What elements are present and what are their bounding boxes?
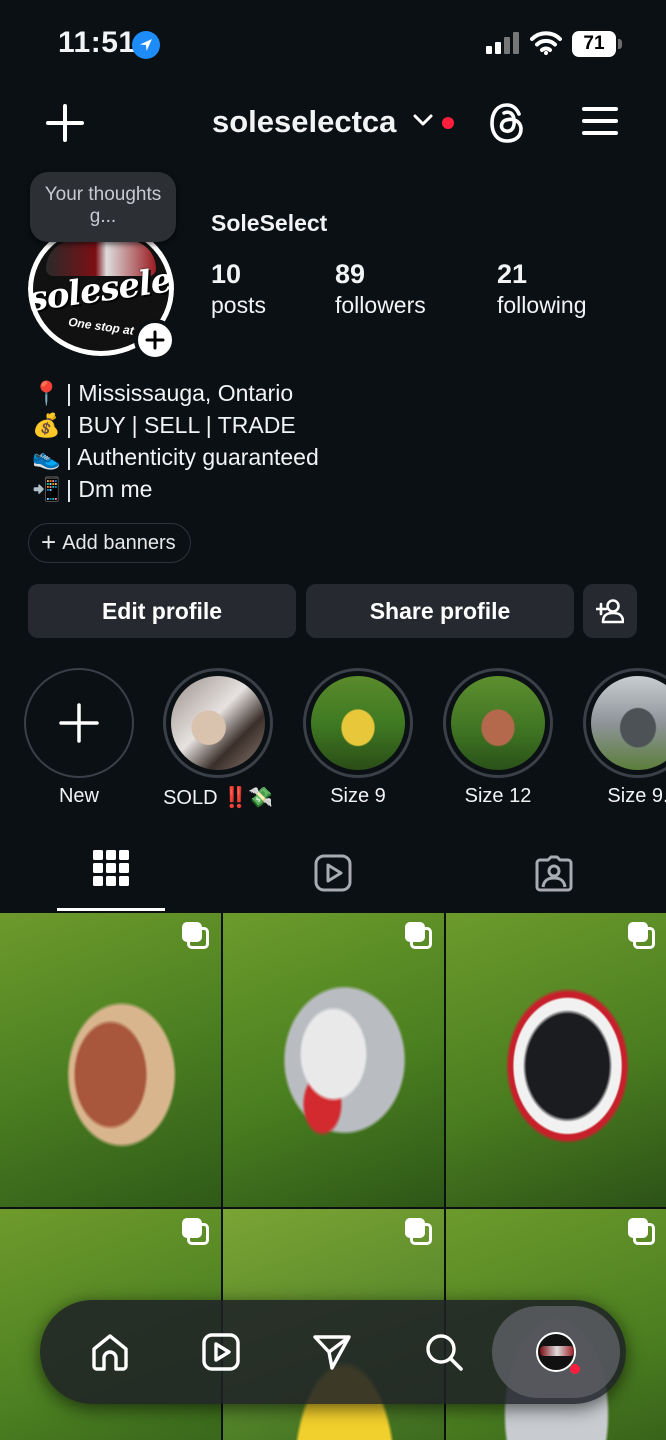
- discover-people-button[interactable]: [583, 584, 637, 638]
- active-tab-indicator: [57, 908, 165, 911]
- stat-followers[interactable]: 89 followers: [335, 258, 426, 320]
- hamburger-menu-icon[interactable]: [582, 105, 618, 137]
- stat-following[interactable]: 21 following: [497, 258, 587, 320]
- bio: 📍 | Mississauga, Ontario 💰 | BUY | SELL | …: [32, 378, 319, 506]
- highlight-sold[interactable]: SOLD ‼️💸: [163, 668, 273, 810]
- carousel-icon: [405, 922, 432, 949]
- stat-number: 89: [335, 259, 366, 289]
- stat-label: followers: [335, 292, 426, 318]
- bio-text: | BUY | SELL | TRADE: [66, 412, 296, 438]
- stat-label: posts: [211, 292, 266, 318]
- money-bag-emoji-icon: 💰: [32, 413, 61, 439]
- highlight-caption: Size 9: [330, 785, 386, 807]
- post-thumbnail[interactable]: [223, 913, 444, 1207]
- threads-icon[interactable]: [488, 102, 526, 144]
- share-profile-button[interactable]: Share profile: [306, 584, 574, 638]
- bio-text: | Dm me: [66, 476, 153, 502]
- plus-icon: +: [41, 527, 57, 557]
- highlight-ring: [303, 668, 413, 778]
- stat-number: 21: [497, 259, 528, 289]
- phone-emoji-icon: 📲: [32, 477, 61, 503]
- carousel-icon: [405, 1218, 432, 1245]
- bio-line: 📍 | Mississauga, Ontario: [32, 378, 319, 410]
- highlight-ring: [443, 668, 553, 778]
- tagged-icon[interactable]: [535, 854, 573, 892]
- location-arrow-icon: [132, 31, 160, 59]
- status-bar: 11:51 71: [0, 0, 666, 90]
- add-banners-label: Add banners: [62, 532, 176, 554]
- add-banners-button[interactable]: + Add banners: [28, 523, 191, 563]
- status-time: 11:51: [58, 26, 136, 59]
- thought-bubble[interactable]: Your thoughts g...: [30, 172, 176, 242]
- pin-emoji-icon: 📍: [32, 381, 61, 407]
- cellular-signal-icon: [486, 32, 520, 54]
- plus-icon: [145, 330, 165, 350]
- highlight-caption: Size 12: [464, 785, 532, 807]
- add-person-icon: [596, 599, 624, 624]
- highlight-size-9-alt[interactable]: Size 9.: [583, 668, 666, 808]
- bio-text: | Mississauga, Ontario: [66, 380, 294, 406]
- carousel-icon: [628, 1218, 655, 1245]
- carousel-icon: [182, 1218, 209, 1245]
- grid-icon[interactable]: [93, 850, 129, 886]
- bio-line: 👟 | Authenticity guaranteed: [32, 442, 319, 474]
- sneaker-emoji-icon: 👟: [32, 445, 61, 471]
- highlight-size-12[interactable]: Size 12: [443, 668, 553, 808]
- highlight-size-9[interactable]: Size 9: [303, 668, 413, 808]
- plus-icon: [59, 703, 99, 743]
- highlight-new[interactable]: New: [24, 668, 134, 808]
- wifi-icon: [530, 31, 562, 55]
- stat-label: following: [497, 292, 587, 318]
- highlight-ring: [583, 668, 666, 778]
- profile-tab[interactable]: [492, 1306, 620, 1398]
- home-icon[interactable]: [90, 1332, 130, 1372]
- highlight-ring: [163, 668, 273, 778]
- highlight-ring: [24, 668, 134, 778]
- reels-icon[interactable]: [202, 1333, 240, 1371]
- bottom-nav: [40, 1300, 626, 1404]
- notification-dot: [570, 1364, 580, 1374]
- stat-number: 10: [211, 259, 242, 289]
- highlight-caption: SOLD ‼️💸: [163, 787, 273, 809]
- bio-text: | Authenticity guaranteed: [66, 444, 319, 470]
- reels-icon[interactable]: [314, 854, 352, 892]
- highlight-thumbnail: [171, 676, 265, 770]
- bio-line: 💰 | BUY | SELL | TRADE: [32, 410, 319, 442]
- carousel-icon: [182, 922, 209, 949]
- display-name: SoleSelect: [211, 210, 328, 236]
- highlight-thumbnail: [591, 676, 666, 770]
- post-thumbnail[interactable]: [446, 913, 666, 1207]
- add-story-button[interactable]: [134, 319, 176, 361]
- username-title[interactable]: soleselectca: [212, 104, 396, 140]
- highlight-thumbnail: [311, 676, 405, 770]
- stat-posts[interactable]: 10 posts: [211, 258, 266, 320]
- create-plus-icon[interactable]: [44, 102, 86, 144]
- messages-icon[interactable]: [312, 1333, 352, 1371]
- edit-profile-button[interactable]: Edit profile: [28, 584, 296, 638]
- chevron-down-icon[interactable]: [413, 113, 433, 127]
- highlight-caption: New: [58, 785, 99, 807]
- bio-line: 📲 | Dm me: [32, 474, 319, 506]
- post-thumbnail[interactable]: [0, 913, 221, 1207]
- search-icon[interactable]: [424, 1332, 464, 1372]
- carousel-icon: [628, 922, 655, 949]
- highlight-thumbnail: [451, 676, 545, 770]
- notification-dot: [442, 117, 454, 129]
- battery-icon: 71: [572, 31, 616, 57]
- battery-tip: [618, 39, 622, 49]
- highlight-caption: Size 9.: [607, 785, 666, 807]
